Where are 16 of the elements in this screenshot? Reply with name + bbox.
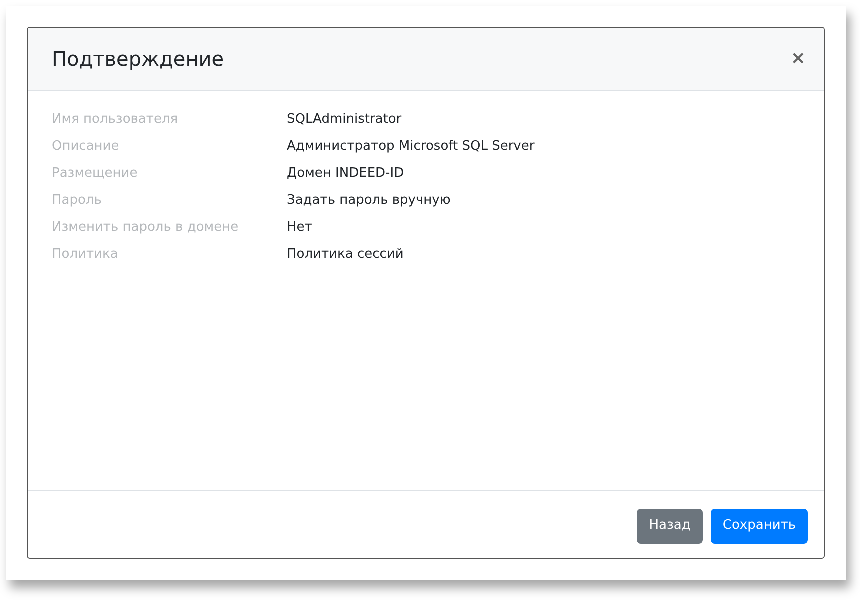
- field-label: Описание: [52, 138, 120, 156]
- field-value: Администратор Microsoft SQL Server: [287, 138, 535, 156]
- field-value: Задать пароль вручную: [287, 192, 451, 210]
- field-value: Нет: [287, 219, 312, 237]
- back-button[interactable]: Назад: [637, 508, 703, 544]
- field-label: Пароль: [52, 192, 103, 210]
- field-label: Изменить пароль в домене: [52, 219, 240, 237]
- save-button[interactable]: Сохранить: [710, 508, 808, 544]
- field-value: Политика сессий: [287, 246, 404, 264]
- field-value: SQLAdministrator: [287, 111, 402, 129]
- field-label: Политика: [52, 246, 120, 264]
- field-value: Домен INDEED-ID: [287, 165, 404, 183]
- dialog-title: Подтверждение: [52, 46, 224, 73]
- close-button[interactable]: ×: [790, 50, 806, 68]
- field-label: Имя пользователя: [52, 111, 180, 129]
- field-label: Размещение: [52, 165, 139, 183]
